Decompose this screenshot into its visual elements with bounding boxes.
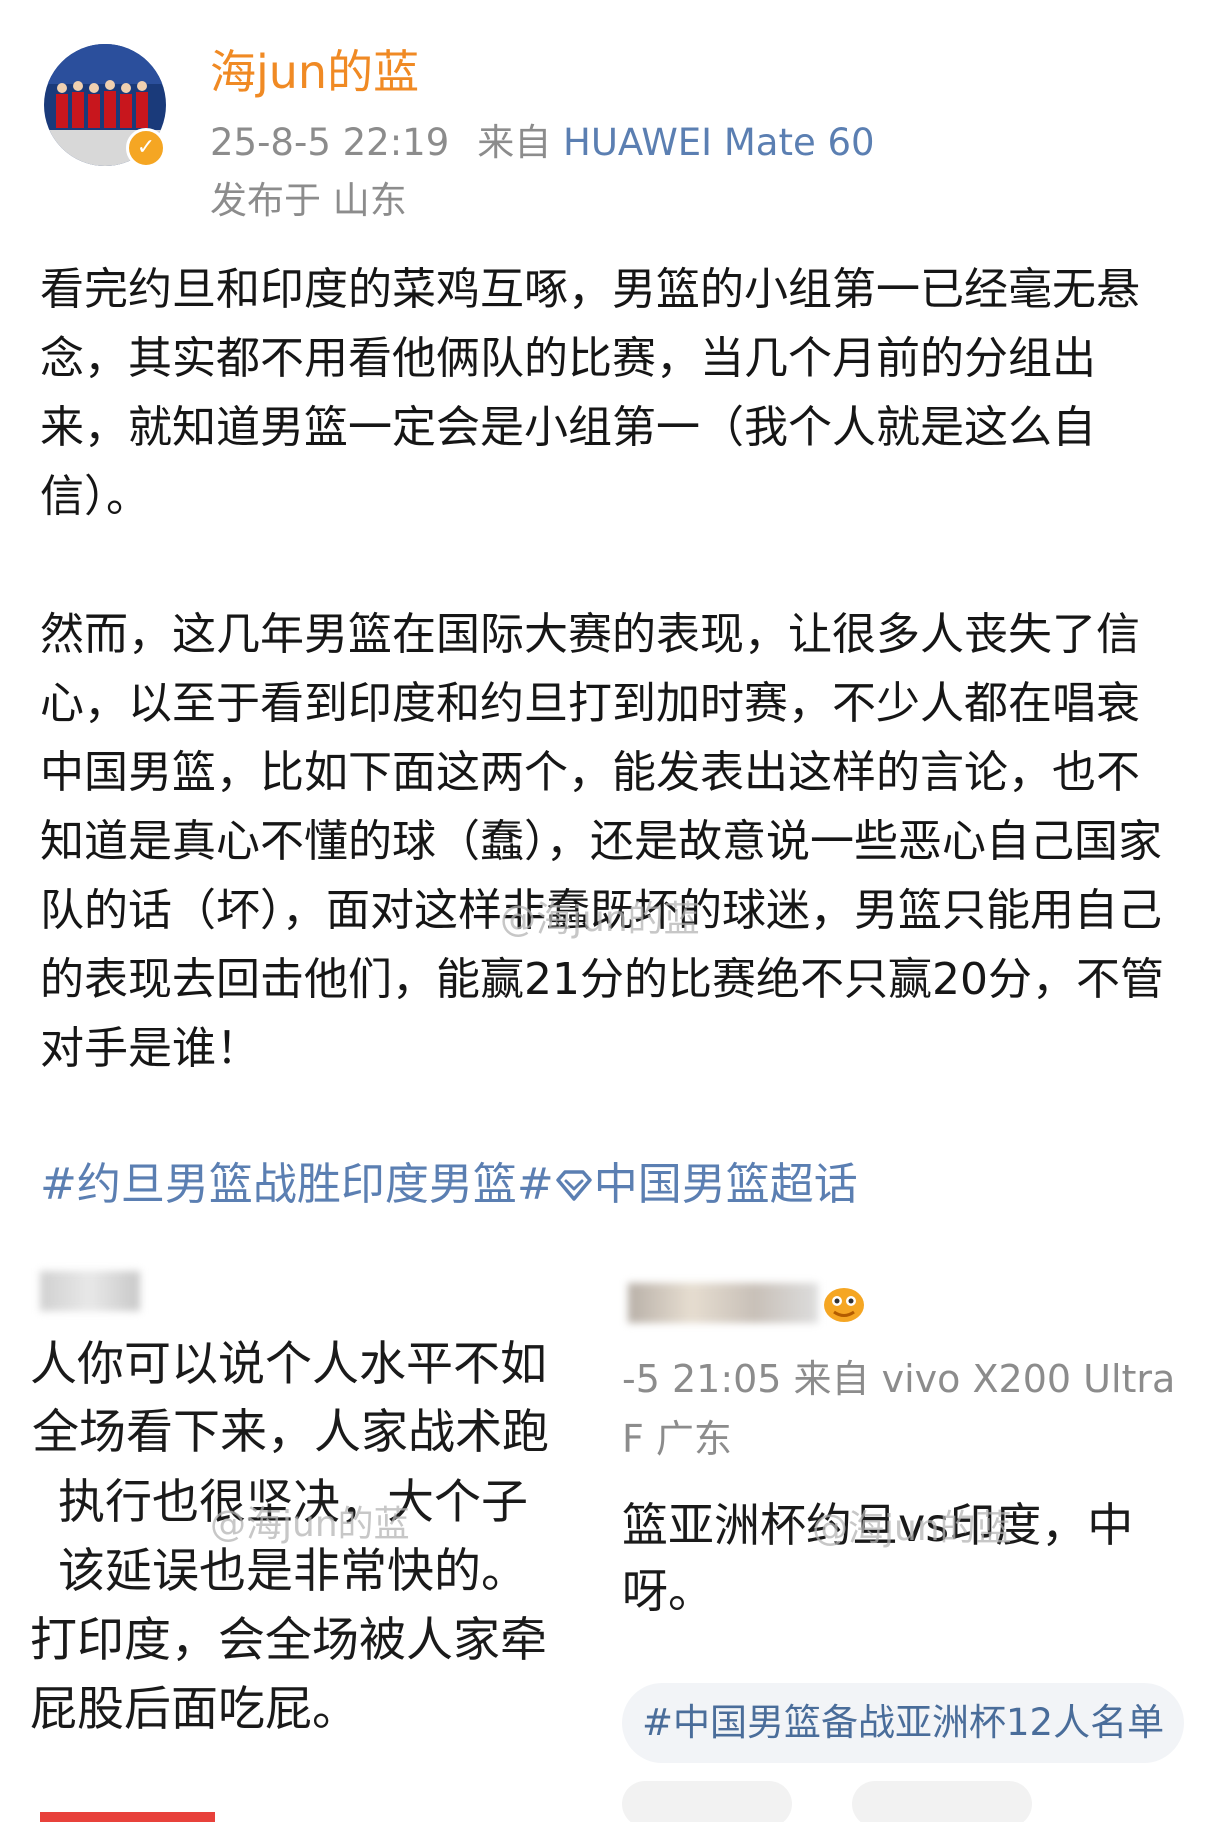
post-paragraph-2: 然而，这几年男篮在国际大赛的表现，让很多人丧失了信心，以至于看到印度和约旦打到加… [40,609,1164,1074]
left-line-4: 该延误也是非常快的。 [58,1544,528,1599]
topic-tag-china-super-topic[interactable]: 中国男篮超话 [594,1159,858,1210]
source-device[interactable]: HUAWEI Mate 60 [563,121,875,164]
post-header: ✓ 海jun的蓝 25-8-5 22:19 来自 HUAWEI Mate 60 发… [0,0,1216,230]
post-paragraph-1: 看完约旦和印度的菜鸡互啄，男篮的小组第一已经毫无悬念，其实都不用看他俩队的比赛，… [40,264,1140,522]
screenshot-left[interactable]: 人你可以说个人水平不如 全场看下来，人家战术跑 执行也很坚决，大个子 该延误也是… [0,1255,605,1822]
emoji-sticker-icon [820,1283,866,1325]
verified-badge-icon: ✓ [126,128,166,168]
topic-tag-roster[interactable]: #中国男篮备战亚洲杯12人名单 [622,1683,1185,1763]
source-prefix: 来自 [477,121,552,164]
retweet-location: F 广东 [622,1417,732,1461]
watermark: @海jun的蓝 [500,899,700,940]
left-line-1: 人你可以说个人水平不如 [30,1337,547,1392]
retweet-meta: -5 21:05 来自 vivo X200 Ultra [622,1357,1176,1401]
screenshot-right[interactable]: -5 21:05 来自 vivo X200 Ultra F 广东 篮亚洲杯约旦v… [612,1255,1216,1822]
super-topic-diamond-icon [554,1154,594,1223]
cropped-button [852,1781,1032,1822]
post-timestamp: 25-8-5 22:19 [210,121,450,164]
left-line-6: 屁股后面吃屁。 [30,1682,359,1737]
cropped-button [622,1781,792,1822]
cropped-tab-indicator [40,1812,215,1822]
left-line-5: 打印度，会全场被人家牵 [30,1613,547,1668]
blurred-username [628,1283,818,1323]
right-line-2: 呀。 [622,1564,714,1618]
watermark: @海jun的蓝 [210,1504,410,1545]
post-location: 发布于 山东 [210,179,407,222]
post-body: 看完约旦和印度的菜鸡互啄，男篮的小组第一已经毫无悬念，其实都不用看他俩队的比赛，… [40,255,1180,1083]
username[interactable]: 海jun的蓝 [210,44,419,100]
left-line-2: 全场看下来，人家战术跑 [32,1405,549,1460]
topic-tag-jordan-india[interactable]: #约旦男篮战胜印度男篮# [40,1159,554,1210]
watermark: @海jun的蓝 [812,1508,1012,1549]
post-meta: 25-8-5 22:19 来自 HUAWEI Mate 60 [210,120,875,166]
blurred-username [40,1271,140,1311]
post-tags: #约旦男篮战胜印度男篮# 中国男篮超话 [40,1150,858,1223]
